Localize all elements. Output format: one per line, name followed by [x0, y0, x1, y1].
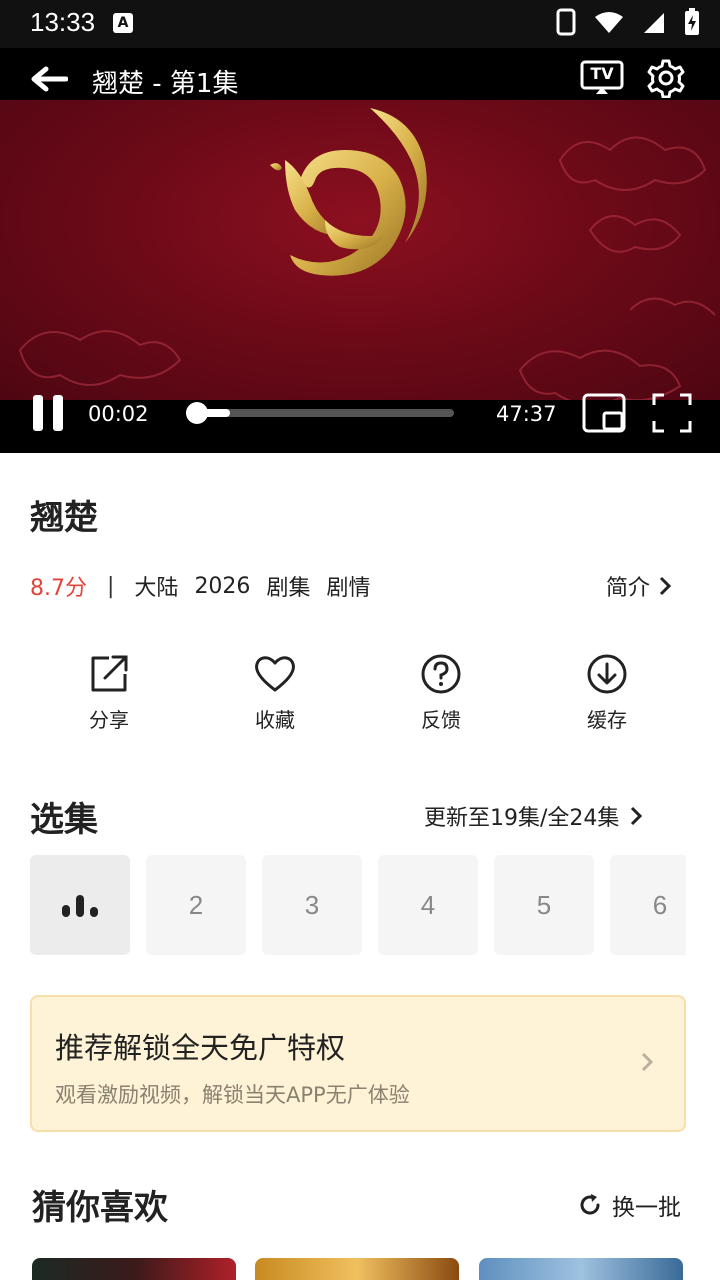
favorite-label: 收藏 [255, 708, 295, 732]
video-frame[interactable] [0, 100, 720, 400]
share-button[interactable]: 分享 [26, 652, 192, 742]
show-title: 翘楚 [30, 498, 98, 538]
chevron-right-icon [631, 806, 643, 826]
feedback-label: 反馈 [421, 708, 461, 732]
meta-separator: | [107, 573, 115, 599]
refresh-button[interactable]: 换一批 [578, 1188, 681, 1222]
share-icon [91, 655, 128, 692]
player-top-bar: 翘楚 - 第1集 TV [0, 48, 720, 108]
episodes-update-link[interactable]: 更新至19集/全24集 [424, 800, 643, 832]
recommend-heading: 猜你喜欢 [32, 1188, 168, 1228]
recommend-thumbnail[interactable] [255, 1258, 459, 1280]
promo-title: 推荐解锁全天免广特权 [55, 1031, 346, 1065]
episodes-heading: 选集 [30, 800, 98, 840]
phone-icon [556, 8, 576, 36]
settings-gear-icon[interactable] [646, 58, 686, 98]
notification-a-icon: A [113, 13, 133, 33]
battery-charging-icon [685, 8, 699, 35]
favorite-button[interactable]: 收藏 [192, 652, 358, 742]
video-artwork [18, 108, 716, 400]
chevron-right-icon [659, 576, 672, 596]
back-arrow-icon[interactable] [28, 64, 68, 94]
wifi-icon [595, 12, 623, 33]
heart-icon [255, 656, 295, 692]
player-title: 翘楚 - 第1集 [92, 69, 239, 99]
intro-link[interactable]: 简介 [606, 570, 672, 602]
tv-cast-label: TV [590, 64, 614, 83]
now-playing-icon [62, 893, 98, 917]
ad-free-promo-banner[interactable]: 推荐解锁全天免广特权 观看激励视频，解锁当天APP无广体验 [30, 995, 686, 1132]
action-bar: 分享 收藏 反馈 缓存 [26, 652, 690, 742]
pause-icon[interactable] [33, 395, 63, 431]
chevron-right-icon [641, 1052, 654, 1072]
duration-time: 47:37 [496, 402, 557, 426]
rating-score: 8.7分 [30, 576, 87, 601]
download-button[interactable]: 缓存 [524, 652, 690, 742]
player-controls: 00:02 47:37 [0, 388, 720, 453]
recommend-thumbnail[interactable] [479, 1258, 683, 1280]
progress-track[interactable] [186, 409, 454, 417]
show-meta: 8.7分 | 大陆 2026 剧集 剧情 [30, 570, 370, 602]
fullscreen-icon[interactable] [652, 393, 692, 433]
episode-item-6[interactable]: 6 [610, 855, 686, 955]
video-player[interactable]: 翘楚 - 第1集 TV 00:02 47:37 [0, 48, 720, 453]
meta-genre: 剧情 [326, 576, 371, 601]
meta-type: 剧集 [266, 576, 311, 601]
status-time: 13:33 [30, 7, 96, 37]
meta-region: 大陆 [134, 576, 179, 601]
download-label: 缓存 [587, 708, 627, 732]
picture-in-picture-icon[interactable] [582, 393, 626, 433]
episode-item-1[interactable] [30, 855, 130, 955]
episode-item-5[interactable]: 5 [494, 855, 594, 955]
refresh-icon [580, 1194, 600, 1215]
episode-item-4[interactable]: 4 [378, 855, 478, 955]
help-icon [421, 654, 461, 694]
progress-knob[interactable] [186, 402, 209, 424]
episode-item-2[interactable]: 2 [146, 855, 246, 955]
meta-year: 2026 [194, 573, 251, 599]
recommend-list [32, 1258, 688, 1280]
promo-subtitle: 观看激励视频，解锁当天APP无广体验 [55, 1083, 410, 1107]
status-bar: 13:33 A [0, 0, 720, 48]
signal-icon [644, 13, 664, 33]
status-icons [556, 8, 700, 36]
episode-list: 2 3 4 5 6 [30, 855, 686, 955]
episodes-update-text: 更新至19集/全24集 [424, 806, 620, 831]
current-time: 00:02 [88, 402, 149, 426]
tv-cast-button[interactable]: TV [580, 60, 624, 96]
feedback-button[interactable]: 反馈 [358, 652, 524, 742]
intro-label: 简介 [606, 576, 651, 601]
episode-item-3[interactable]: 3 [262, 855, 362, 955]
refresh-label: 换一批 [612, 1195, 681, 1221]
recommend-thumbnail[interactable] [32, 1258, 236, 1280]
download-icon [587, 654, 627, 694]
share-label: 分享 [89, 708, 129, 732]
